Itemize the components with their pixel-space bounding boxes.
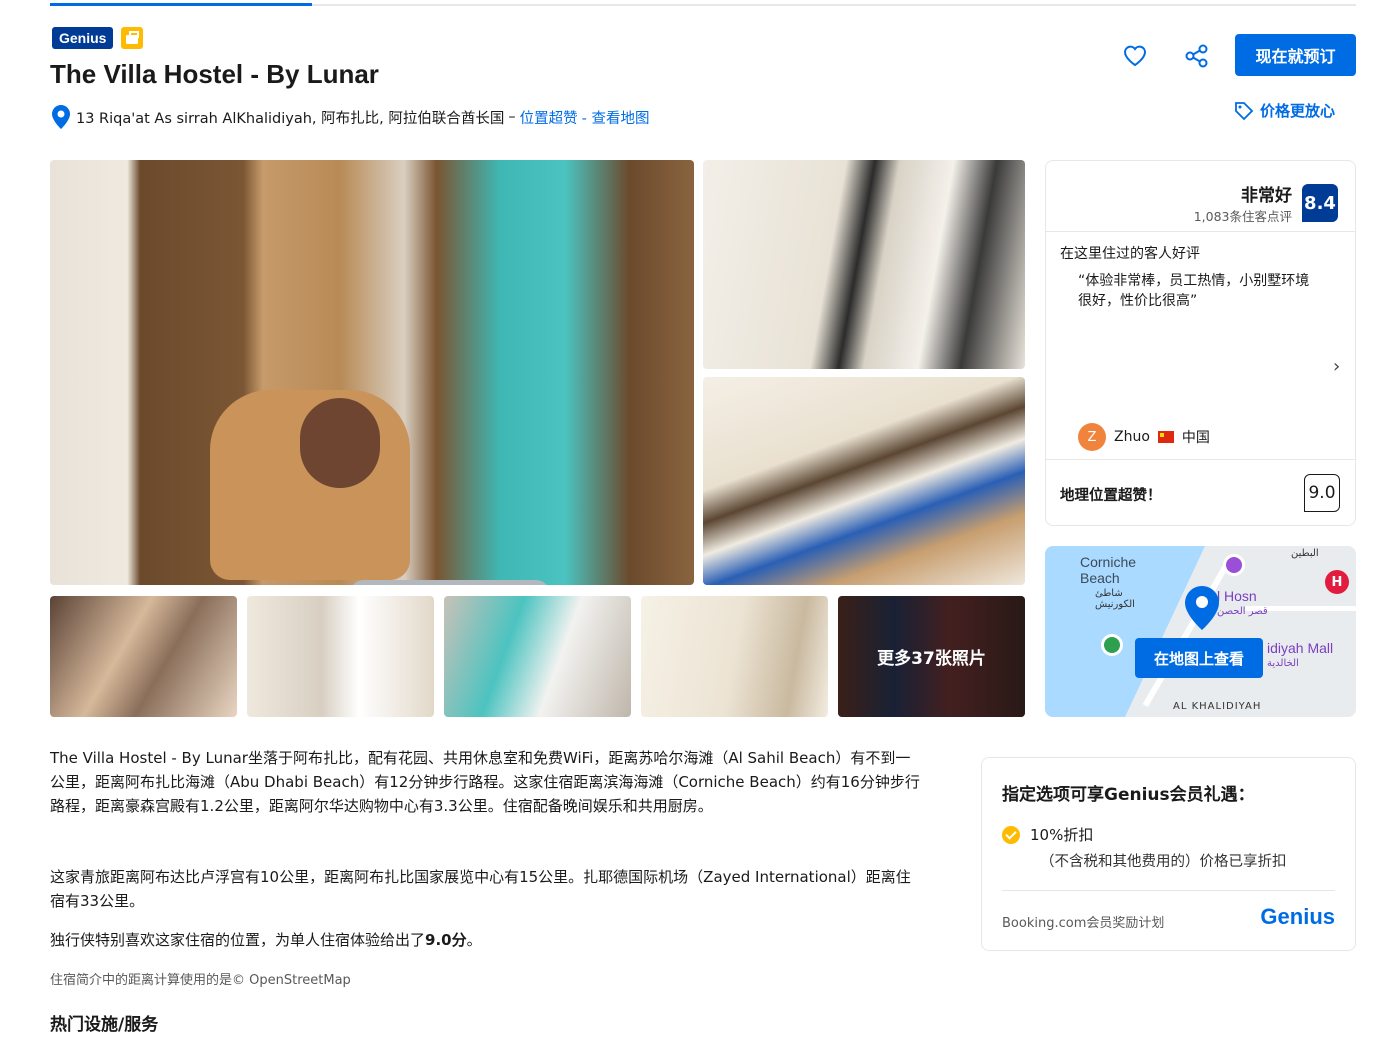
map-label-corniche: Corniche Beach (1080, 554, 1137, 586)
hospital-icon: H (1325, 570, 1349, 594)
score-badge: 8.4 (1302, 184, 1338, 222)
show-on-map-button[interactable]: 在地图上查看 (1135, 638, 1263, 678)
divider (1002, 890, 1335, 891)
reserve-button[interactable]: 现在就预订 (1235, 34, 1356, 76)
show-map-link[interactable]: - 查看地图 (582, 107, 650, 128)
thumbs-up-icon (121, 27, 144, 49)
china-flag-icon (1157, 431, 1174, 443)
photo-bag (350, 580, 550, 585)
thumbnail-photo[interactable] (50, 596, 237, 717)
genius-logo: Genius (1260, 904, 1335, 929)
solo-note-prefix: 独行侠特别喜欢这家住宿的位置，为单人住宿体验给出了 (50, 931, 426, 949)
property-title: The Villa Hostel - By Lunar (50, 59, 379, 89)
discount-subtext: （不含税和其他费用的）价格已享折扣 (1040, 854, 1287, 870)
map-label-corniche-ar: شاطئ الكورنيش (1095, 588, 1135, 610)
genius-program-label: Booking.com会员奖励计划 (1002, 916, 1165, 931)
badges: Genius (52, 27, 144, 49)
check-icon (1002, 825, 1020, 844)
more-photos-thumbnail[interactable]: 更多37张照片 (838, 596, 1025, 717)
review-quote: “体验非常棒，员工热情，小别墅环境很好，性价比很高” (1078, 273, 1310, 309)
price-promise-label: 价格更放心 (1260, 102, 1336, 120)
location-score-badge: 9.0 (1304, 474, 1340, 512)
map-pin-icon (52, 105, 70, 129)
review-card[interactable]: 非常好 1,083条住客点评 8.4 在这里住过的客人好评 “体验非常棒，员工热… (1045, 160, 1356, 526)
price-promise-link[interactable]: 价格更放心 (1234, 100, 1335, 121)
review-score-header: 非常好 1,083条住客点评 8.4 (1194, 181, 1338, 225)
park-icon (1101, 634, 1123, 656)
description-paragraph-2: 这家青旅距离阿布达比卢浮宫有10公里，距离阿布扎比国家展览中心有15公里。扎耶德… (50, 868, 911, 910)
discount-row: 10%折扣 (1002, 824, 1093, 845)
address-dash: – (508, 109, 516, 125)
chevron-right-icon[interactable]: › (1333, 356, 1340, 377)
score-label: 非常好 (1241, 186, 1292, 206)
poi-icon (1223, 554, 1245, 576)
address-text: 13 Riqa'at As sirrah AlKhalidiyah, 阿布扎比,… (76, 110, 505, 127)
reviewer-name: Zhuo (1114, 429, 1150, 445)
solo-note-suffix: 。 (466, 931, 482, 949)
map-label-top-ar: البطين (1291, 548, 1319, 559)
photo-figure-head (300, 398, 380, 488)
divider (1046, 231, 1355, 232)
more-photos-label: 更多37张照片 (838, 596, 1025, 717)
location-score-label: 地理位置超赞！ (1060, 488, 1162, 504)
avatar: Z (1078, 423, 1106, 451)
map-label-district: AL KHALIDIYAH (1173, 701, 1262, 712)
map-label-hosn: l Hosn (1217, 588, 1257, 604)
thumbnail-photo[interactable] (641, 596, 828, 717)
review-count: 1,083条住客点评 (1193, 209, 1292, 224)
map-label-hosn-ar: قصر الحصن (1217, 606, 1268, 617)
guests-liked-heading: 在这里住过的客人好评 (1060, 246, 1200, 262)
facilities-heading: 热门设施/服务 (50, 1015, 159, 1035)
genius-card-title: 指定选项可享Genius会员礼遇： (1002, 785, 1255, 805)
genius-card: 指定选项可享Genius会员礼遇： 10%折扣 （不含税和其他费用的）价格已享折… (981, 757, 1356, 951)
genius-badge: Genius (52, 27, 114, 49)
address-row: 13 Riqa'at As sirrah AlKhalidiyah, 阿布扎比,… (52, 105, 649, 129)
property-map-pin-icon (1185, 586, 1219, 630)
reviewer-country: 中国 (1181, 430, 1210, 446)
heart-icon[interactable] (1121, 41, 1149, 69)
tab-underline (50, 3, 1356, 6)
reviewer: Z Zhuo 中国 (1078, 423, 1210, 451)
osm-note: 住宿简介中的距离计算使用的是© OpenStreetMap (50, 973, 351, 988)
thumbnail-photo[interactable] (247, 596, 434, 717)
solo-note-score: 9.0分 (425, 931, 467, 949)
thumbnail-photo[interactable] (444, 596, 631, 717)
photo-thumbnails: 更多37张照片 (50, 596, 1025, 717)
description-paragraph-1: The Villa Hostel - By Lunar坐落于阿布扎比，配有花园、… (50, 749, 920, 815)
discount-label: 10%折扣 (1030, 826, 1094, 844)
share-icon[interactable] (1183, 42, 1211, 70)
map-label-mall: idiyah Mall (1267, 640, 1334, 656)
solo-traveller-note: 独行侠特别喜欢这家住宿的位置，为单人住宿体验给出了9.0分。 (50, 929, 482, 950)
tag-icon (1235, 101, 1254, 120)
divider (1046, 459, 1355, 460)
active-tab-indicator (50, 3, 312, 6)
main-photo[interactable] (50, 160, 694, 585)
photo-living-room[interactable] (703, 377, 1025, 585)
map-preview[interactable]: Corniche Beach شاطئ الكورنيش l Hosn قصر … (1045, 546, 1356, 717)
map-label-mall-ar: الخالدية (1267, 658, 1299, 669)
photo-travellers[interactable] (703, 160, 1025, 369)
location-link[interactable]: 位置超赞 (520, 107, 578, 128)
